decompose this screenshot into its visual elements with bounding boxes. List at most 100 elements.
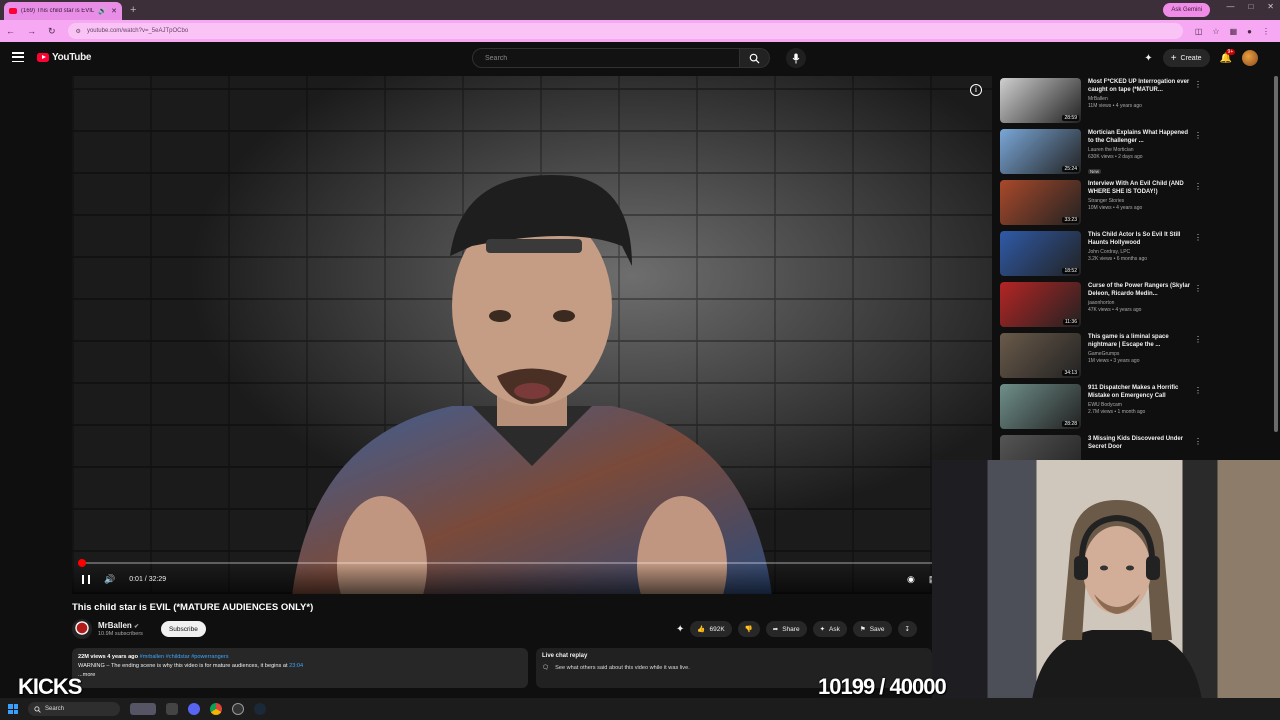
notifications-button[interactable]: 🔔 9+ (1220, 48, 1236, 64)
video-thumbnail[interactable]: 28:28 (1000, 384, 1081, 429)
url-field[interactable]: ⚙ youtube.com/watch?v=_5eAJTpOCbo (67, 23, 1183, 39)
steam-icon[interactable] (254, 703, 266, 715)
video-channel[interactable]: John Cordray, LPC (1088, 249, 1192, 255)
channel-avatar[interactable] (72, 619, 92, 639)
video-thumbnail[interactable]: 28:59 (1000, 78, 1081, 123)
video-channel[interactable]: Lauren the Mortician (1088, 147, 1192, 153)
more-options-icon[interactable]: ⋮ (1194, 182, 1202, 191)
video-thumbnail[interactable]: 25:24 (1000, 129, 1081, 174)
more-options-icon[interactable]: ⋮ (1194, 386, 1202, 395)
video-thumbnail[interactable]: 33:23 (1000, 180, 1081, 225)
recommended-video[interactable]: 28:28 911 Dispatcher Makes a Horrific Mi… (1000, 384, 1270, 435)
search-input[interactable] (472, 48, 740, 68)
video-channel[interactable]: EWU Bodycam (1088, 402, 1192, 408)
more-options-icon[interactable]: ⋮ (1194, 437, 1202, 446)
autoplay-toggle-icon[interactable]: ◉ (907, 574, 915, 585)
like-button[interactable]: 👍 692K (690, 621, 732, 637)
pause-icon[interactable] (82, 574, 90, 584)
video-title[interactable]: Mortician Explains What Happened to the … (1088, 129, 1192, 145)
more-options-icon[interactable]: ⋮ (1194, 131, 1202, 140)
video-channel[interactable]: jaaonhorton (1088, 300, 1192, 306)
dislike-button[interactable]: 👎 (737, 621, 760, 637)
sparkle-icon[interactable]: ✦ (676, 624, 684, 635)
thumbs-up-icon: 👍 (697, 626, 706, 633)
video-channel[interactable]: GameGrumps (1088, 351, 1192, 357)
bookmark-star-icon[interactable]: ☆ (1212, 27, 1219, 36)
video-title[interactable]: 3 Missing Kids Discovered Under Secret D… (1088, 435, 1192, 451)
timestamp-link[interactable]: 23:04 (289, 663, 303, 669)
recommended-video[interactable]: 28:59 Most F*CKED UP Interrogation ever … (1000, 78, 1270, 129)
gemini-sparkle-icon[interactable]: ✦ (1144, 53, 1152, 64)
cast-icon[interactable]: ◫ (1195, 27, 1203, 36)
share-button[interactable]: ➦ Share (765, 621, 807, 637)
obs-icon[interactable] (232, 703, 244, 715)
discord-icon[interactable] (188, 703, 200, 715)
account-avatar[interactable] (1242, 50, 1258, 66)
video-thumbnail[interactable] (1000, 435, 1081, 460)
video-title[interactable]: This game is a liminal space nightmare |… (1088, 333, 1192, 349)
back-icon[interactable]: ← (6, 26, 15, 36)
more-options-icon[interactable]: ⋮ (1194, 335, 1202, 344)
minimize-icon[interactable]: — (1226, 2, 1234, 11)
forward-icon[interactable]: → (27, 26, 36, 36)
reload-icon[interactable]: ↻ (48, 26, 56, 37)
task-view-icon[interactable] (166, 703, 178, 715)
download-button[interactable]: ↧ (897, 621, 917, 637)
recommended-video[interactable]: 11:36 Curse of the Power Rangers (Skylar… (1000, 282, 1270, 333)
create-button[interactable]: + Create (1162, 49, 1210, 67)
search-button[interactable] (740, 48, 770, 68)
video-info: Interview With An Evil Child (AND WHERE … (1088, 180, 1192, 231)
video-title[interactable]: Most F*CKED UP Interrogation ever caught… (1088, 78, 1192, 94)
ask-gemini-button[interactable]: Ask Gemini (1163, 3, 1210, 17)
maximize-icon[interactable]: □ (1248, 2, 1253, 11)
recommended-video[interactable]: 18:52 This Child Actor Is So Evil It Sti… (1000, 231, 1270, 282)
video-player[interactable]: i 🔊 0:01 / 32:29 ◉ ▤ ⚙ ▣ (72, 76, 992, 594)
info-icon[interactable]: i (970, 84, 982, 96)
video-thumbnail[interactable]: 11:36 (1000, 282, 1081, 327)
kicks-overlay-label: KICKS (18, 674, 82, 699)
site-info-icon[interactable]: ⚙ (76, 28, 81, 35)
video-title[interactable]: This Child Actor Is So Evil It Still Hau… (1088, 231, 1192, 247)
more-options-icon[interactable]: ⋮ (1194, 233, 1202, 242)
recommended-video[interactable]: 3 Missing Kids Discovered Under Secret D… (1000, 435, 1270, 460)
speaker-icon[interactable]: 🔊 (98, 7, 107, 15)
browser-menu-icon[interactable]: ⋮ (1262, 27, 1270, 36)
recommended-video[interactable]: 25:24 Mortician Explains What Happened t… (1000, 129, 1270, 180)
subscribe-button[interactable]: Subscribe (160, 621, 206, 637)
video-title[interactable]: Interview With An Evil Child (AND WHERE … (1088, 180, 1192, 196)
video-info: This game is a liminal space nightmare |… (1088, 333, 1192, 384)
new-tab-icon[interactable]: + (130, 4, 136, 16)
recommended-video[interactable]: 34:13 This game is a liminal space night… (1000, 333, 1270, 384)
taskbar-search[interactable]: Search (28, 702, 120, 716)
profile-icon[interactable]: ● (1247, 27, 1252, 36)
video-title[interactable]: Curse of the Power Rangers (Skylar Deleo… (1088, 282, 1192, 298)
weather-widget-icon[interactable] (130, 703, 156, 715)
channel-name[interactable]: MrBallen ✔ (98, 621, 143, 630)
video-channel[interactable]: MrBallen (1088, 96, 1192, 102)
voice-search-button[interactable] (786, 48, 806, 68)
save-button[interactable]: ⚑ Save (852, 621, 892, 637)
browser-tab[interactable]: (169) This child star is EVIL (*M... 🔊 ✕ (4, 2, 122, 20)
hamburger-menu-icon[interactable] (12, 52, 24, 62)
video-frame-presenter (292, 175, 772, 594)
scrollbar-thumb[interactable] (1274, 76, 1278, 432)
video-channel[interactable]: Stranger Stories (1088, 198, 1192, 204)
close-window-icon[interactable]: ✕ (1267, 2, 1274, 11)
ask-button[interactable]: ✦ Ask (812, 621, 847, 637)
video-thumbnail[interactable]: 34:13 (1000, 333, 1081, 378)
youtube-logo[interactable]: YouTube (37, 52, 92, 63)
close-tab-icon[interactable]: ✕ (111, 7, 117, 15)
video-title[interactable]: 911 Dispatcher Makes a Horrific Mistake … (1088, 384, 1192, 400)
more-link[interactable]: ...more (78, 671, 522, 680)
more-options-icon[interactable]: ⋮ (1194, 284, 1202, 293)
volume-icon[interactable]: 🔊 (104, 574, 115, 585)
chrome-icon[interactable] (210, 703, 222, 715)
video-thumbnail[interactable]: 18:52 (1000, 231, 1081, 276)
recommended-video[interactable]: 33:23 Interview With An Evil Child (AND … (1000, 180, 1270, 231)
windows-start-icon[interactable] (8, 704, 18, 714)
extensions-icon[interactable]: ▦ (1230, 27, 1238, 36)
description-box[interactable]: 22M views 4 years ago #mrballen #childst… (72, 648, 528, 688)
hashtags[interactable]: #mrballen #childstar #powerrangers (140, 654, 229, 660)
more-options-icon[interactable]: ⋮ (1194, 80, 1202, 89)
sidebar-scrollbar[interactable] (1274, 76, 1278, 432)
